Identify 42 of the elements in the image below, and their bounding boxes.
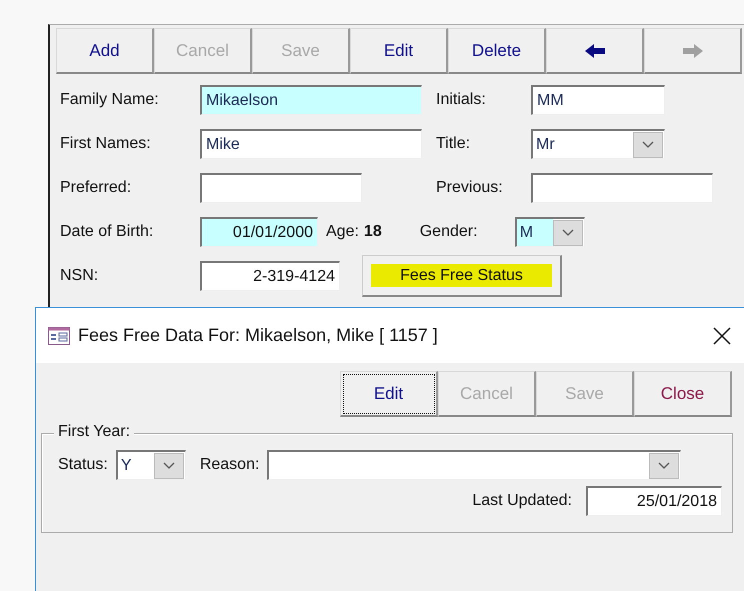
field-label: Family Name:	[60, 91, 160, 109]
field-label: Gender:	[420, 223, 479, 241]
last-updated-field[interactable]: 25/01/2018	[586, 486, 722, 516]
chevron-down-icon	[162, 462, 175, 470]
initials-field[interactable]: MM	[531, 85, 665, 115]
field-label: Reason:	[200, 456, 260, 474]
field-label: Preferred:	[60, 179, 132, 197]
left-arrow-icon	[584, 42, 606, 58]
previous-button[interactable]	[546, 28, 644, 74]
field-label: NSN:	[60, 267, 100, 285]
right-arrow-icon	[682, 42, 704, 58]
toolbar-button[interactable]: Add	[56, 28, 154, 74]
field-label: First Names:	[60, 135, 152, 153]
field-label: Date of Birth:	[60, 223, 154, 241]
field-label: Status:	[58, 456, 108, 474]
chevron-down-icon	[562, 228, 574, 236]
reason-dropdown[interactable]	[267, 450, 682, 480]
window-title: Fees Free Data For: Mikaelson, Mike [ 1157 ]	[78, 325, 439, 346]
close-icon[interactable]	[712, 326, 732, 346]
field-label: Initials:	[436, 91, 487, 109]
field-label: Last Updated:	[472, 492, 572, 510]
chevron-down-icon	[642, 140, 654, 148]
dialog-button[interactable]: Edit	[340, 371, 438, 417]
toolbar-button[interactable]: Edit	[350, 28, 448, 74]
toolbar-button[interactable]: Delete	[448, 28, 546, 74]
gender-dropdown[interactable]: M	[514, 217, 585, 247]
field-label: Title:	[436, 135, 472, 153]
age-label: Age:	[326, 223, 359, 241]
form-icon	[48, 326, 70, 344]
dialog-button[interactable]: Close	[634, 371, 732, 417]
nsn-field[interactable]: 2-319-4124	[200, 261, 340, 291]
date-of-birth-field[interactable]: 01/01/2000	[200, 217, 318, 247]
field-label: Previous:	[436, 179, 504, 197]
fees-free-status-button[interactable]: Fees Free Status	[362, 255, 562, 297]
previous-field[interactable]	[531, 173, 713, 203]
family-name-field[interactable]: Mikaelson	[200, 85, 422, 115]
preferred-field[interactable]	[200, 173, 362, 203]
status-dropdown[interactable]: Y	[116, 450, 186, 480]
chevron-down-icon	[658, 462, 670, 470]
title-dropdown[interactable]: Mr	[531, 129, 665, 159]
first-names-field[interactable]: Mike	[200, 129, 422, 159]
age-value: 18	[364, 223, 382, 241]
